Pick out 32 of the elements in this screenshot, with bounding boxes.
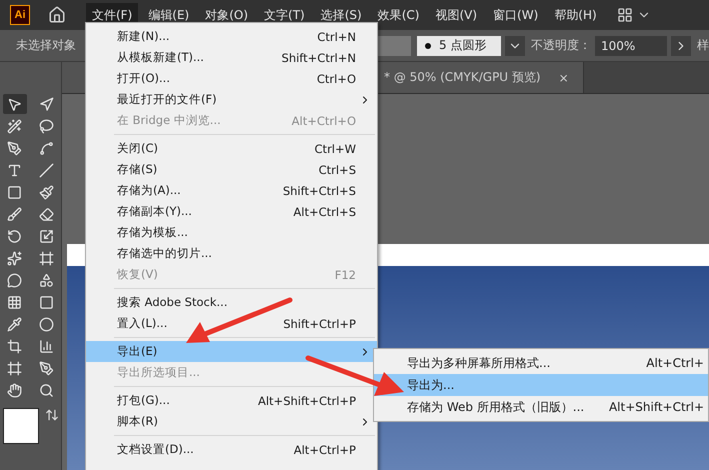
menu-title[interactable]: 窗口(W) — [487, 2, 544, 28]
menu-item[interactable]: 存储为(A)... Shift+Ctrl+S — [86, 180, 377, 201]
menu-item[interactable]: 从模板新建(T)... Shift+Ctrl+N — [86, 47, 377, 68]
opacity-label: 不透明度： — [531, 37, 591, 54]
menu-item[interactable]: 打包(G)... Alt+Shift+Ctrl+P — [86, 390, 377, 411]
menu-title[interactable]: 视图(V) — [429, 2, 484, 28]
menu-item[interactable]: 导出为... — [374, 374, 708, 396]
menu-item[interactable]: 存储为 Web 所用格式（旧版）... Alt+Shift+Ctrl+ — [374, 396, 708, 418]
menu-item[interactable]: 存储副本(Y)... Alt+Ctrl+S — [86, 201, 377, 222]
brush-dropdown[interactable]: 5 点圆形 — [417, 36, 501, 56]
menu-item[interactable]: 脚本(R) — [86, 411, 377, 432]
menu-item[interactable]: 存储为模板... — [86, 222, 377, 243]
menu-title[interactable]: 帮助(H) — [548, 2, 603, 28]
close-icon[interactable]: × — [558, 70, 569, 84]
menu-item[interactable]: 打开(O)... Ctrl+O — [86, 68, 377, 89]
opacity-field[interactable]: 100% — [595, 36, 667, 56]
menu-item[interactable]: 存储(S) Ctrl+S — [86, 159, 377, 180]
style-label: 样 — [697, 37, 709, 54]
menu-item[interactable]: 文档设置(D)... Alt+Ctrl+P — [86, 439, 377, 460]
brush-label: 5 点圆形 — [439, 37, 486, 54]
menu-item[interactable]: 搜索 Adobe Stock... — [86, 292, 377, 313]
menu-item[interactable]: 关闭(C) Ctrl+W — [86, 138, 377, 159]
menu-item[interactable]: 最近打开的文件(F) — [86, 89, 377, 110]
document-title: * @ 50% (CMYK/GPU 预览) — [384, 69, 541, 86]
menu-item[interactable]: 存储选中的切片... — [86, 243, 377, 264]
menu-item[interactable]: 导出(E) — [86, 341, 377, 362]
app-logo: Ai — [10, 5, 30, 25]
selection-status: 未选择对象 — [16, 37, 76, 54]
menu-item[interactable]: 导出为多种屏幕所用格式... Alt+Ctrl+ — [374, 352, 708, 374]
menu-title[interactable]: 效果(C) — [372, 2, 426, 28]
menu-item[interactable]: 置入(L)... Shift+Ctrl+P — [86, 313, 377, 334]
menu-item[interactable]: 新建(N)... Ctrl+N — [86, 26, 377, 47]
